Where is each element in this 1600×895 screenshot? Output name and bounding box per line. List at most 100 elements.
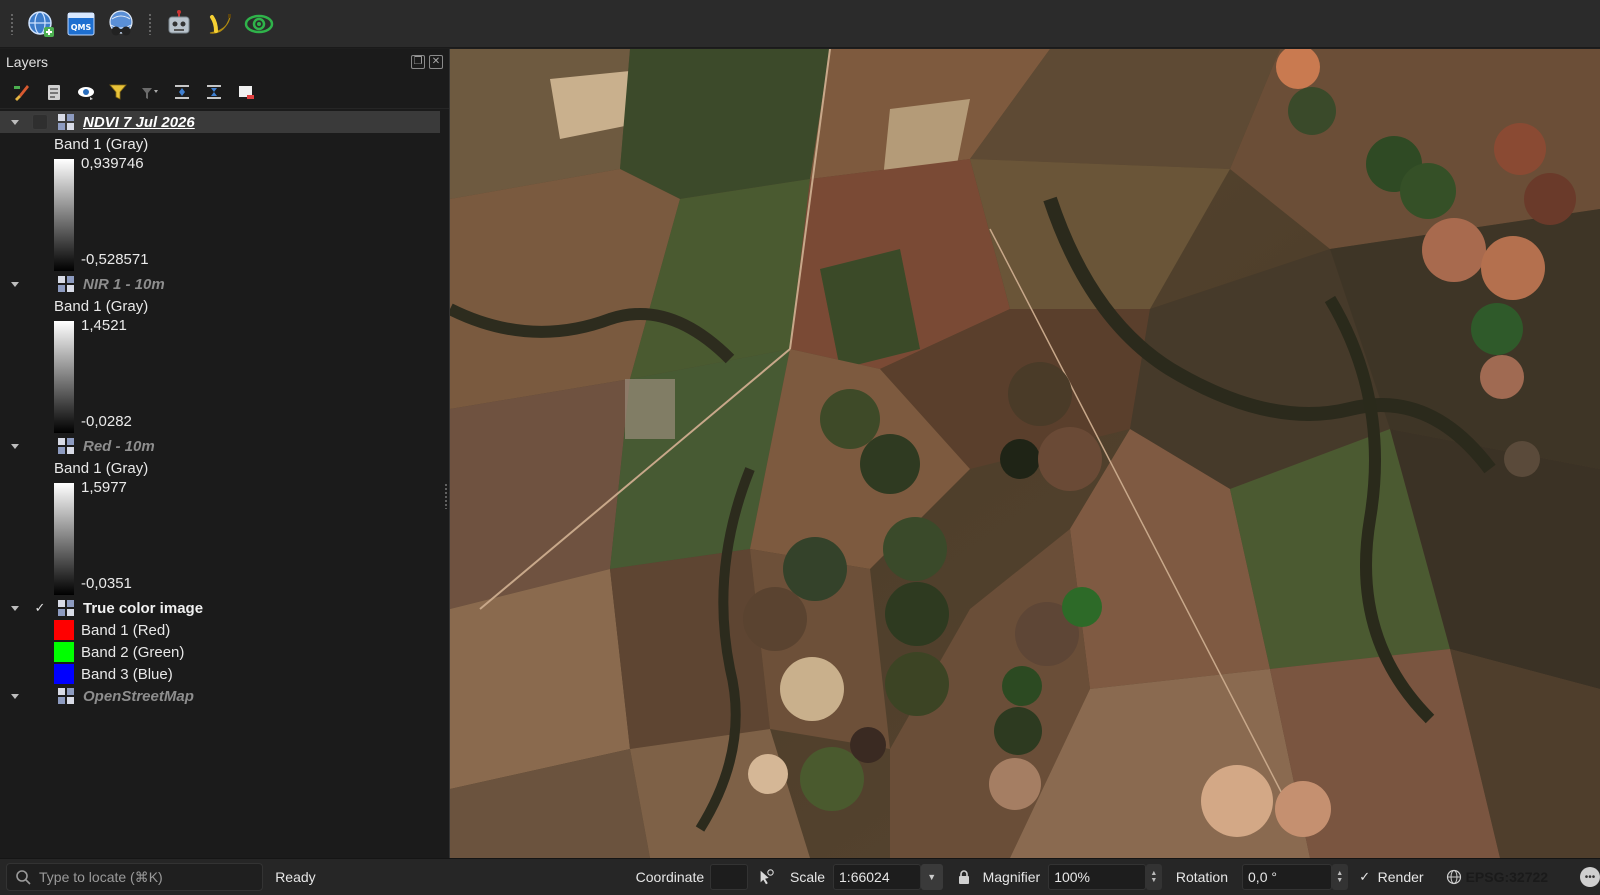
eye-icon	[78, 86, 94, 100]
magnifier-spinner[interactable]: ▲ ▼	[1145, 864, 1162, 890]
toolbar-grip-2[interactable]	[148, 12, 152, 35]
collapse-arrow[interactable]	[8, 603, 22, 613]
scale-dropdown-button[interactable]: ▼	[920, 864, 943, 890]
style-manager-button[interactable]	[10, 80, 34, 104]
layers-panel-title: Layers	[6, 54, 49, 70]
mouse-extents-icon	[760, 869, 774, 885]
expand-all-icon	[175, 84, 189, 99]
chevron-down-icon	[11, 606, 19, 611]
remove-layer-button[interactable]	[234, 80, 258, 104]
raster-layer-icon	[58, 438, 74, 454]
search-icon	[16, 870, 31, 885]
close-panel-icon[interactable]: ✕	[429, 55, 443, 69]
ramp-min-value: -0,0351	[81, 575, 132, 592]
plugins-toolbar: QMS	[0, 0, 1600, 48]
speech-bubble-icon: •••	[1584, 871, 1596, 883]
paint-brush-icon	[14, 84, 29, 101]
globe-icon	[1446, 869, 1461, 885]
manage-visibility-button[interactable]	[74, 80, 98, 104]
layer-name: OpenStreetMap	[83, 687, 194, 705]
banana-plugin-button[interactable]	[202, 7, 236, 41]
color-ramp: 1,5977 -0,0351	[0, 479, 449, 597]
panel-splitter[interactable]	[444, 483, 448, 509]
layer-row-nir[interactable]: NIR 1 - 10m	[0, 273, 449, 295]
raster-layer-icon	[58, 276, 74, 292]
color-ramp: 0,939746 -0,528571	[0, 155, 449, 273]
expand-all-button[interactable]	[170, 80, 194, 104]
raster-layer-icon	[58, 688, 74, 704]
filter-legend-button[interactable]	[106, 80, 130, 104]
layer-name: NIR 1 - 10m	[83, 275, 165, 293]
green-swatch	[54, 642, 74, 662]
toggle-extents-button[interactable]	[756, 869, 776, 885]
ramp-min-value: -0,528571	[81, 251, 149, 268]
locator-search[interactable]: Type to locate (⌘K)	[6, 863, 264, 891]
band-label: Band 1 (Red)	[81, 621, 171, 639]
remove-layer-icon	[239, 85, 254, 99]
messages-button[interactable]: •••	[1580, 867, 1600, 887]
layer-row-true-color[interactable]: ✓ True color image	[0, 597, 449, 619]
eye-plugin-button[interactable]	[242, 7, 276, 41]
filter-expression-icon	[142, 87, 158, 99]
band-label: Band 3 (Blue)	[81, 665, 173, 683]
layer-visibility-checkbox[interactable]	[32, 276, 48, 292]
collapse-all-icon	[207, 84, 221, 99]
render-checkbox[interactable]: ✓	[1358, 869, 1372, 884]
toolbar-grip[interactable]	[10, 12, 14, 35]
layer-row-ndvi[interactable]: NDVI 7 Jul 2026	[0, 111, 440, 133]
raster-layer-icon	[58, 600, 74, 616]
arrow-down-icon: ▼	[1336, 877, 1344, 884]
arrow-up-icon: ▲	[1336, 870, 1344, 877]
coordinate-field[interactable]	[710, 864, 749, 890]
layer-name: True color image	[83, 599, 204, 617]
arrow-up-icon: ▲	[1150, 870, 1158, 877]
red-swatch	[54, 620, 74, 640]
collapse-all-button[interactable]	[202, 80, 226, 104]
layer-tree: NDVI 7 Jul 2026 Band 1 (Gray) 0,939746 -…	[0, 109, 449, 707]
crs-button[interactable]: EPSG:32722	[1446, 869, 1548, 885]
add-group-button[interactable]	[42, 80, 66, 104]
band-label: Band 2 (Green)	[81, 643, 185, 661]
layer-visibility-checkbox[interactable]: ✓	[32, 600, 48, 616]
rotation-label: Rotation	[1175, 869, 1229, 885]
assistant-button[interactable]	[162, 7, 196, 41]
render-label: Render	[1377, 869, 1424, 885]
band-legend-item: Band 2 (Green)	[0, 641, 449, 663]
float-panel-icon[interactable]: ❐	[411, 55, 425, 69]
add-web-layer-button[interactable]	[24, 7, 58, 41]
band-label: Band 1 (Gray)	[54, 459, 149, 477]
status-bar: Type to locate (⌘K) Ready Coordinate Sca…	[0, 858, 1600, 895]
magnifier-field[interactable]: 100%	[1048, 864, 1146, 890]
scale-field[interactable]: 1:66024	[833, 864, 921, 890]
layer-visibility-checkbox[interactable]	[32, 438, 48, 454]
layers-panel-header: Layers ❐ ✕	[0, 49, 449, 75]
arrow-down-icon: ▼	[1150, 877, 1158, 884]
map-canvas[interactable]	[450, 49, 1600, 858]
filter-icon	[109, 84, 127, 100]
gray-ramp-bar	[54, 483, 74, 595]
globe-add-icon	[28, 10, 54, 37]
filter-by-expression-button[interactable]	[138, 80, 162, 104]
layer-name: NDVI 7 Jul 2026	[83, 113, 195, 131]
qms-badge: QMS	[71, 23, 92, 32]
satellite-imagery	[450, 49, 1600, 858]
lock-scale-button[interactable]	[955, 870, 973, 884]
layer-row-red[interactable]: Red - 10m	[0, 435, 449, 457]
rotation-field[interactable]: 0,0 °	[1242, 864, 1332, 890]
layer-visibility-checkbox[interactable]	[32, 114, 48, 130]
collapse-arrow[interactable]	[8, 441, 22, 451]
search-services-button[interactable]	[104, 7, 138, 41]
eye-swirl-icon	[244, 14, 274, 33]
chevron-down-icon	[11, 120, 19, 125]
layer-visibility-checkbox[interactable]	[32, 688, 48, 704]
rotation-spinner[interactable]: ▲ ▼	[1331, 864, 1348, 890]
qms-button[interactable]: QMS	[64, 7, 98, 41]
add-group-icon	[48, 84, 60, 100]
gray-ramp-bar	[54, 321, 74, 433]
layer-row-osm[interactable]: OpenStreetMap	[0, 685, 449, 707]
coordinate-label: Coordinate	[635, 869, 705, 885]
collapse-arrow[interactable]	[8, 691, 22, 701]
band-label: Band 1 (Gray)	[54, 135, 149, 153]
collapse-arrow[interactable]	[8, 117, 22, 127]
collapse-arrow[interactable]	[8, 279, 22, 289]
